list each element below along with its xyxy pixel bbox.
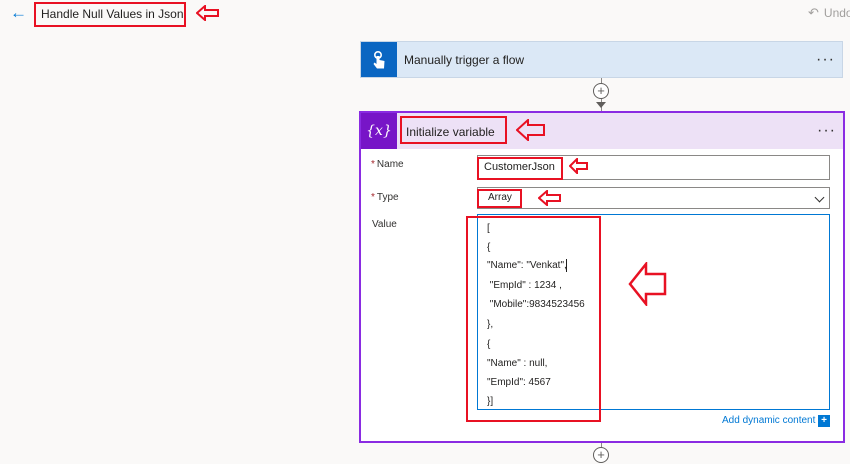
required-marker: * [371, 159, 375, 170]
trigger-card[interactable]: Manually trigger a flow ··· [360, 41, 843, 78]
value-line: "Name": "Venkat", [487, 260, 567, 271]
required-marker: * [371, 192, 375, 203]
name-field-label: * Name [371, 159, 404, 170]
insert-step-plus-icon[interactable]: + [593, 83, 609, 99]
insert-step-plus-icon[interactable]: + [593, 447, 609, 463]
name-input[interactable]: CustomerJson [477, 155, 830, 180]
type-field-label: * Type [371, 192, 399, 203]
type-select[interactable]: Array [477, 187, 830, 209]
value-line: "Mobile":9834523456 [487, 299, 585, 310]
undo-label: Undo [823, 6, 850, 20]
value-line: }, [487, 319, 494, 330]
variable-more-menu-button[interactable]: ··· [817, 123, 836, 139]
value-line: [ [487, 223, 490, 234]
value-line: { [487, 242, 491, 253]
value-line: "EmpId" : 1234 , [487, 280, 562, 291]
variable-card-header[interactable]: {x} Initialize variable ··· [361, 113, 843, 149]
undo-button[interactable]: ↶ Undo [808, 5, 850, 21]
value-field-label: Value [372, 219, 397, 230]
trigger-card-title: Manually trigger a flow [404, 53, 525, 67]
value-line: }] [487, 396, 494, 407]
add-dynamic-content-link[interactable]: Add dynamic content [722, 415, 815, 426]
variable-icon: {x} [361, 113, 397, 149]
touch-hand-icon [361, 42, 397, 77]
flow-title[interactable]: Handle Null Values in Json [41, 7, 184, 21]
value-line: "Name" : null, [487, 358, 548, 369]
variable-card-title: Initialize variable [406, 125, 495, 139]
arrow-left-icon[interactable]: ← [10, 4, 30, 22]
text-caret [566, 259, 567, 272]
type-select-value: Array [488, 192, 512, 203]
add-dynamic-content-icon[interactable]: + [818, 415, 830, 427]
value-line: "EmpId": 4567 [487, 377, 551, 388]
undo-icon: ↶ [808, 5, 819, 20]
connector-arrow-down-icon [596, 102, 606, 108]
value-line: { [487, 339, 491, 350]
chevron-down-icon [814, 192, 825, 203]
top-bar: ← Handle Null Values in Json ↶ Undo [0, 0, 850, 28]
trigger-more-menu-button[interactable]: ··· [816, 52, 835, 68]
